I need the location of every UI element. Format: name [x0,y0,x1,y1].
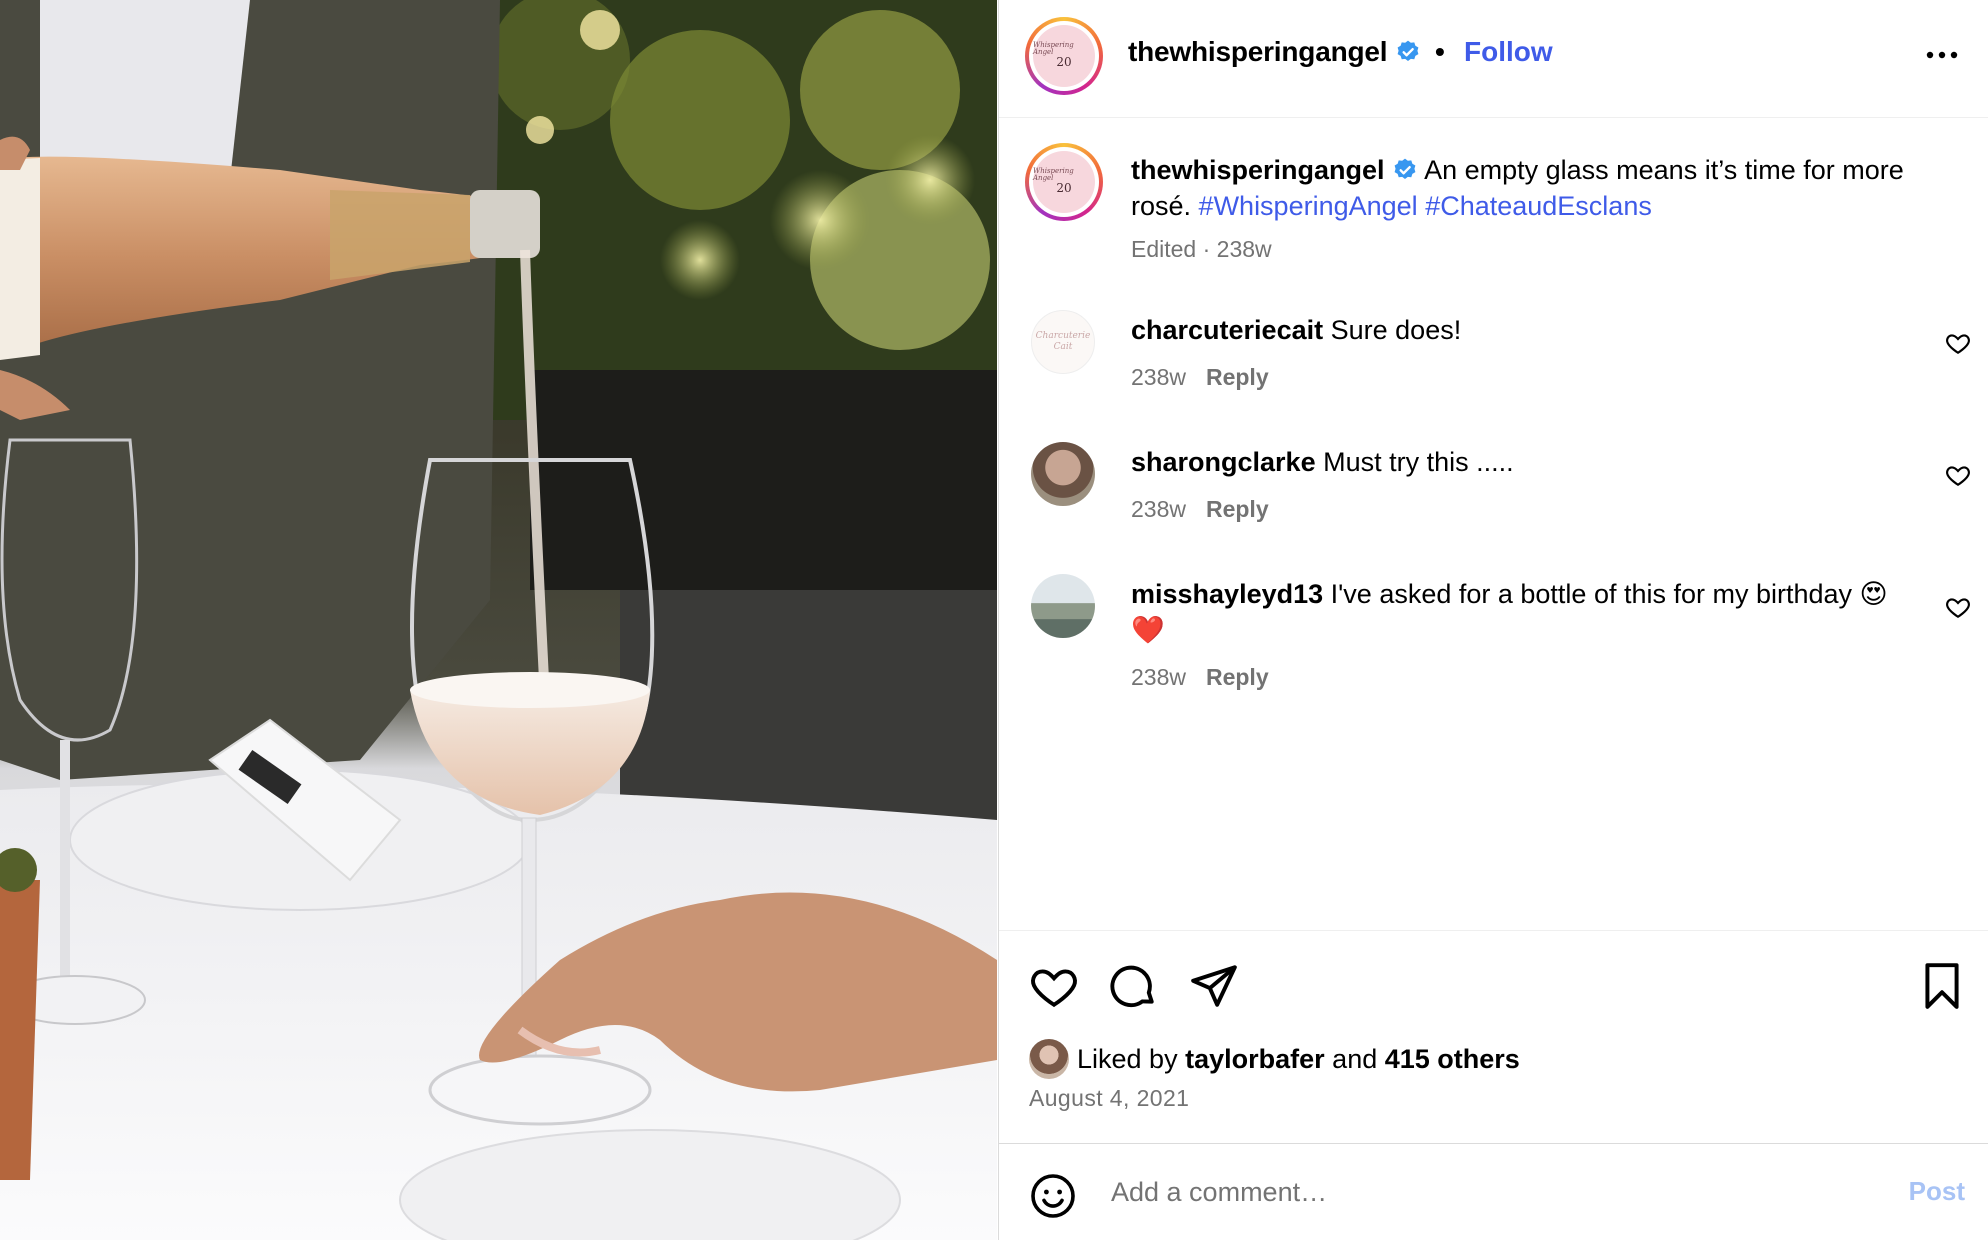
caption-meta: Edited · 238w [1131,236,1272,262]
comment-text: misshayleyd13 I've asked for a bottle of… [1131,576,1911,648]
heart-icon[interactable] [1029,961,1079,1011]
share-icon[interactable] [1189,961,1239,1011]
comment-username[interactable]: charcuteriecait [1131,315,1323,345]
liker-username[interactable]: taylorbafer [1185,1044,1325,1075]
caption-avatar-number: 20 [1056,181,1072,196]
caption-author-avatar[interactable]: Whispering Angel 20 [1025,143,1103,221]
commenter-avatar[interactable] [1031,574,1095,638]
caption-username[interactable]: thewhisperingangel [1131,155,1385,185]
commenter-avatar-script: Charcuterie Cait [1035,331,1091,352]
liked-by-joiner: and [1332,1043,1378,1074]
liked-by-prefix: Liked by [1077,1043,1178,1074]
comment-input[interactable] [1111,1168,1811,1216]
comment-meta: 238w Reply [1131,496,1269,523]
reply-button[interactable]: Reply [1206,364,1269,390]
caption-avatar-script: Whispering Angel [1033,167,1074,183]
reply-button[interactable]: Reply [1206,664,1269,690]
avatar-script: Whispering Angel [1033,41,1074,57]
comment-meta: 238w Reply [1131,364,1269,391]
post-header: Whispering Angel 20 thewhisperingangel •… [999,0,1988,118]
author-avatar[interactable]: Whispering Angel 20 [1025,17,1103,95]
emoji-icon[interactable] [1029,1172,1077,1220]
comment-body: Must try this ..... [1323,447,1514,477]
comment-like-heart-icon[interactable] [1945,594,1971,620]
comment-like-heart-icon[interactable] [1945,462,1971,488]
comment-icon[interactable] [1109,961,1159,1011]
comment-text: sharongclarke Must try this ..... [1131,444,1911,480]
comment-item: sharongclarke Must try this ..... 238w Re… [999,442,1988,552]
more-options-icon[interactable] [1925,44,1959,66]
photo-illustration [0,0,997,1240]
commenter-avatar[interactable]: Charcuterie Cait [1031,310,1095,374]
caption-text: thewhisperingangel An empty glass means … [1131,152,1921,224]
comment-username[interactable]: misshayleyd13 [1131,579,1323,609]
post-detail-panel: Whispering Angel 20 thewhisperingangel •… [998,0,1988,1240]
comment-username[interactable]: sharongclarke [1131,447,1316,477]
comment-age: 238w [1131,664,1186,690]
reply-button[interactable]: Reply [1206,496,1269,522]
separator-dot: • [1435,36,1445,67]
post-photo[interactable] [0,0,997,1240]
comment-text: charcuteriecait Sure does! [1131,312,1911,348]
comment-like-heart-icon[interactable] [1945,330,1971,356]
post-caption: Whispering Angel 20 thewhisperingangel A… [999,118,1988,268]
bookmark-icon[interactable] [1917,961,1967,1011]
verified-badge-icon [1397,40,1419,61]
avatar-number: 20 [1056,55,1072,70]
author-username[interactable]: thewhisperingangel [1128,36,1421,68]
follow-button[interactable]: Follow [1464,36,1553,68]
add-comment-bar: Post [999,1143,1988,1240]
comment-age: 238w [1131,364,1186,390]
comment-item: Charcuterie Cait charcuteriecait Sure do… [999,310,1988,420]
author-username-text[interactable]: thewhisperingangel [1128,36,1388,67]
likes-others-link[interactable]: 415 others [1385,1044,1520,1075]
comment-meta: 238w Reply [1131,664,1269,691]
commenter-avatar[interactable] [1031,442,1095,506]
comment-body: Sure does! [1330,315,1462,345]
hashtag-link[interactable]: #WhisperingAngel [1199,191,1418,221]
post-actions: Liked by taylorbafer and 415 others Augu… [999,930,1988,1144]
caption-verified-badge-icon [1394,158,1416,179]
post-date: August 4, 2021 [1029,1085,1190,1111]
liker-avatar[interactable] [1029,1039,1069,1079]
comment-item: misshayleyd13 I've asked for a bottle of… [999,574,1988,724]
post-comment-button[interactable]: Post [1909,1176,1965,1207]
likes-summary: Liked by taylorbafer and 415 others [1029,1039,1520,1079]
comment-age: 238w [1131,496,1186,522]
hashtag-link[interactable]: #ChateaudEsclans [1425,191,1652,221]
